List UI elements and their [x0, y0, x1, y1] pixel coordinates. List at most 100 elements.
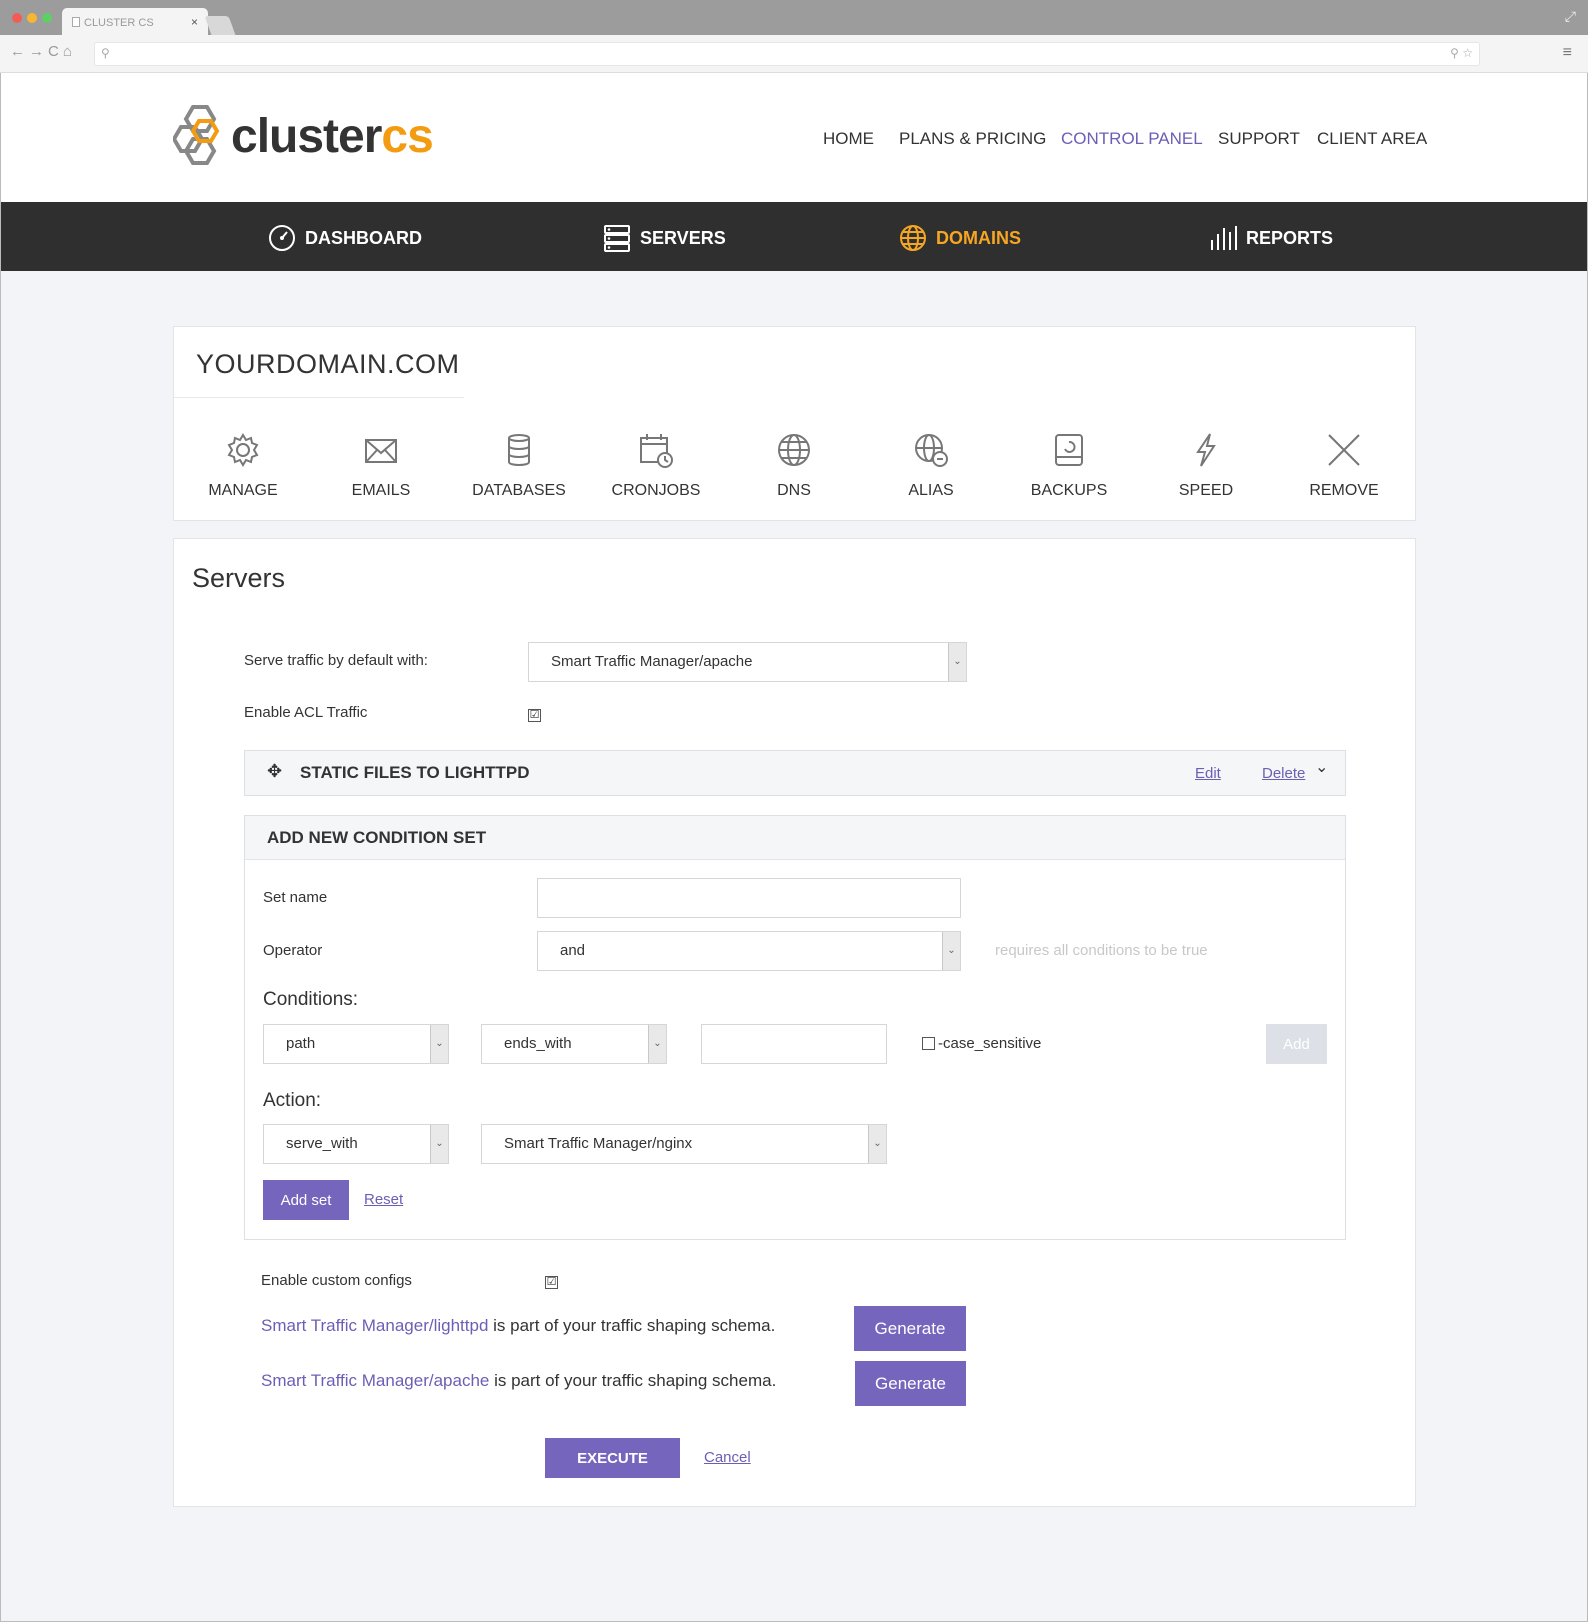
tool-alias[interactable]: ALIAS: [866, 430, 996, 500]
condition-operator-value: ends_with: [504, 1035, 572, 1052]
condition-set-static-files: ✥ STATIC FILES TO LIGHTTPD Edit Delete ⌄: [244, 750, 1346, 796]
default-server-select[interactable]: Smart Traffic Manager/apache ⌄: [528, 642, 967, 682]
logo-text: clustercs: [231, 110, 434, 163]
browser-tab[interactable]: CLUSTER CS ×: [62, 8, 208, 35]
drag-handle-icon[interactable]: ✥: [267, 761, 282, 782]
chevron-down-icon: ⌄: [430, 1125, 448, 1163]
acl-checkbox[interactable]: ☑: [528, 709, 541, 722]
mainnav-dashboard[interactable]: DASHBOARD: [268, 224, 422, 252]
condition-field-select[interactable]: path ⌄: [263, 1024, 449, 1064]
minimize-window-dot[interactable]: [27, 13, 37, 23]
maximize-window-dot[interactable]: [42, 13, 52, 23]
expand-chevron-icon[interactable]: ⌄: [1315, 757, 1328, 777]
browser-toolbar: ←→C⌂ ⚲ ⚲ ☆ ≡: [0, 35, 1588, 73]
add-set-button[interactable]: Add set: [263, 1180, 349, 1220]
mainnav-servers-label: SERVERS: [640, 227, 726, 248]
tool-manage-label: MANAGE: [208, 482, 278, 499]
schema-link-lighttpd[interactable]: Smart Traffic Manager/lighttpd: [261, 1316, 488, 1335]
nav-control-panel[interactable]: CONTROL PANEL: [1061, 129, 1203, 149]
backup-drive-icon: [1055, 434, 1083, 466]
clustercs-logo[interactable]: clustercs: [173, 105, 453, 169]
tool-manage[interactable]: MANAGE: [178, 430, 308, 500]
add-condition-button[interactable]: Add: [1266, 1024, 1327, 1064]
nav-support[interactable]: SUPPORT: [1218, 129, 1300, 149]
dashboard-icon: [269, 225, 295, 251]
browser-nav-buttons[interactable]: ←→C⌂: [10, 43, 76, 60]
tool-emails[interactable]: EMAILS: [316, 430, 446, 500]
static-set-title: STATIC FILES TO LIGHTTPD: [300, 763, 530, 782]
tab-close-icon[interactable]: ×: [191, 15, 198, 29]
default-server-label: Serve traffic by default with:: [244, 652, 428, 669]
servers-panel: Servers Serve traffic by default with: S…: [173, 538, 1416, 1507]
servers-icon: [604, 225, 630, 252]
globe-alias-icon: [915, 434, 948, 467]
tool-dns-label: DNS: [777, 482, 811, 499]
chevron-down-icon: ⌄: [648, 1025, 666, 1063]
delete-link[interactable]: Delete: [1262, 765, 1305, 782]
schema-link-apache[interactable]: Smart Traffic Manager/apache: [261, 1371, 489, 1390]
cancel-link[interactable]: Cancel: [704, 1449, 751, 1466]
tool-dns[interactable]: DNS: [729, 430, 859, 500]
mainnav-domains[interactable]: DOMAINS: [899, 224, 1021, 252]
reset-link[interactable]: Reset: [364, 1191, 403, 1208]
bookmark-star-icon[interactable]: ⚲ ☆: [1450, 46, 1473, 60]
mainnav-reports-label: REPORTS: [1246, 227, 1334, 248]
operator-label: Operator: [263, 942, 323, 959]
tool-speed-label: SPEED: [1178, 482, 1234, 499]
condition-value-input[interactable]: [701, 1024, 887, 1064]
new-condition-set: ADD NEW CONDITION SET Set name Operator …: [244, 815, 1346, 1240]
action-target-select[interactable]: Smart Traffic Manager/nginx ⌄: [481, 1124, 887, 1164]
generate-lighttpd-button[interactable]: Generate: [854, 1306, 966, 1351]
condition-operator-select[interactable]: ends_with ⌄: [481, 1024, 667, 1064]
mainnav-reports[interactable]: REPORTS: [1209, 224, 1333, 252]
default-server-value: Smart Traffic Manager/apache: [551, 653, 753, 670]
execute-button[interactable]: EXECUTE: [545, 1438, 680, 1478]
acl-label: Enable ACL Traffic: [244, 704, 368, 721]
tool-backups[interactable]: BACKUPS: [1004, 430, 1134, 500]
search-icon: ⚲: [101, 46, 110, 60]
browser-titlebar: CLUSTER CS × ⤢: [0, 0, 1588, 35]
tool-databases[interactable]: DATABASES: [454, 430, 584, 500]
tool-cronjobs[interactable]: CRONJOBS: [591, 430, 721, 500]
address-bar[interactable]: ⚲ ⚲ ☆: [94, 42, 1480, 66]
chevron-down-icon: ⌄: [868, 1125, 886, 1163]
domain-title: YOURDOMAIN.COM: [196, 349, 460, 379]
edit-link[interactable]: Edit: [1195, 765, 1221, 782]
condition-field-value: path: [286, 1035, 316, 1052]
tool-emails-label: EMAILS: [351, 482, 411, 499]
new-tab-button[interactable]: [204, 16, 236, 35]
tool-speed[interactable]: SPEED: [1141, 430, 1271, 500]
tool-remove[interactable]: REMOVE: [1279, 430, 1409, 500]
custom-configs-checkbox[interactable]: ☑: [545, 1276, 558, 1289]
mainnav-domains-label: DOMAINS: [936, 227, 1021, 248]
operator-select[interactable]: and ⌄: [537, 931, 961, 971]
new-condition-set-title: ADD NEW CONDITION SET: [267, 828, 487, 847]
action-type-select[interactable]: serve_with ⌄: [263, 1124, 449, 1164]
chevron-down-icon: ⌄: [948, 643, 966, 681]
case-sensitive-label: -case_sensitive: [938, 1035, 1042, 1052]
browser-menu-icon[interactable]: ≡: [1563, 44, 1572, 62]
main-nav: DASHBOARD SERVERS DOMAINS REPORTS: [1, 202, 1587, 271]
tool-cronjobs-label: CRONJOBS: [611, 482, 701, 499]
action-heading: Action:: [263, 1090, 322, 1111]
nav-home[interactable]: HOME: [823, 129, 874, 149]
case-sensitive-checkbox[interactable]: [922, 1037, 935, 1050]
nav-plans-pricing[interactable]: PLANS & PRICING: [899, 129, 1046, 149]
document-icon: [72, 17, 80, 27]
action-type-value: serve_with: [286, 1135, 358, 1152]
operator-value: and: [560, 942, 586, 959]
schema-row-apache: Smart Traffic Manager/apache is part of …: [261, 1371, 777, 1390]
tab-title: CLUSTER CS: [84, 17, 154, 29]
set-name-input[interactable]: [537, 878, 961, 918]
fullscreen-icon[interactable]: ⤢: [1565, 8, 1576, 25]
mainnav-servers[interactable]: SERVERS: [603, 224, 726, 252]
lightning-icon: [1196, 433, 1216, 467]
domain-panel: YOURDOMAIN.COM MANAGE EMAILS DATABASES C…: [173, 326, 1416, 521]
close-window-dot[interactable]: [12, 13, 22, 23]
set-name-label: Set name: [263, 889, 328, 906]
tool-remove-label: REMOVE: [1309, 482, 1379, 499]
mainnav-dashboard-label: DASHBOARD: [305, 227, 422, 248]
nav-client-area[interactable]: CLIENT AREA: [1317, 129, 1427, 149]
generate-apache-button[interactable]: Generate: [855, 1361, 966, 1406]
bars-icon: [1211, 226, 1237, 250]
